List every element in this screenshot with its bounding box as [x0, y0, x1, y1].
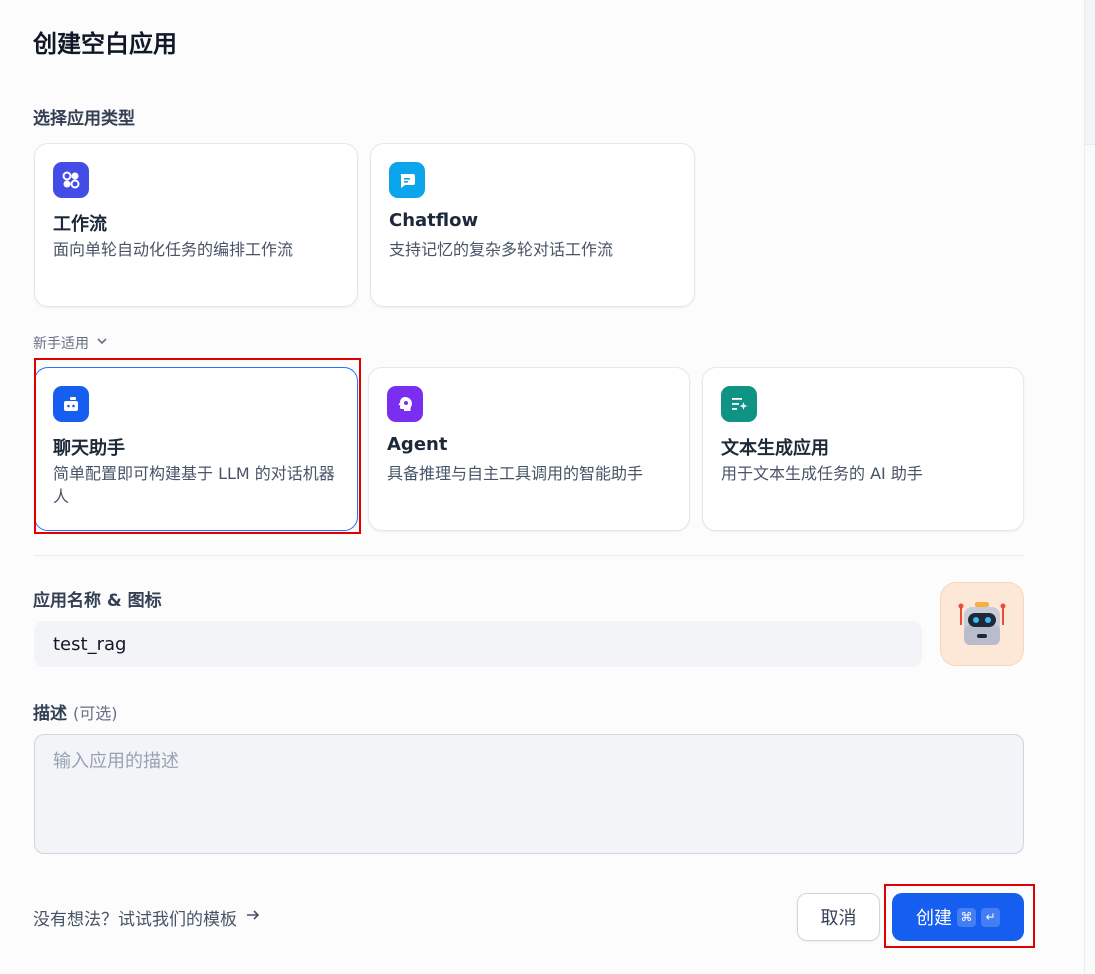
enter-key-icon: ↵ [981, 907, 1000, 927]
app-type-card-text-generation[interactable]: 文本生成应用 用于文本生成任务的 AI 助手 [702, 367, 1024, 531]
arrow-right-icon [245, 907, 261, 928]
cancel-button[interactable]: 取消 [797, 893, 880, 941]
chevron-down-icon [95, 334, 109, 352]
dialog-title: 创建空白应用 [33, 30, 177, 58]
card-description: 具备推理与自主工具调用的智能助手 [387, 464, 644, 483]
card-title: Agent [387, 434, 448, 455]
app-type-card-chatflow[interactable]: Chatflow 支持记忆的复杂多轮对话工作流 [370, 143, 695, 307]
create-button[interactable]: 创建 ⌘ ↵ [892, 893, 1024, 941]
description-input[interactable] [34, 734, 1024, 854]
section-divider [34, 555, 1024, 556]
card-title: Chatflow [389, 210, 479, 231]
description-label: 描述 [33, 704, 67, 724]
beginner-toggle[interactable]: 新手适用 [33, 333, 109, 353]
app-type-card-workflow[interactable]: 工作流 面向单轮自动化任务的编排工作流 [34, 143, 358, 307]
card-description: 面向单轮自动化任务的编排工作流 [53, 240, 294, 259]
app-type-card-chatbot[interactable]: 聊天助手 简单配置即可构建基于 LLM 的对话机器人 [34, 367, 358, 531]
command-key-icon: ⌘ [957, 907, 976, 927]
card-title: 文本生成应用 [721, 438, 829, 459]
text-generation-icon [721, 386, 757, 422]
card-description: 支持记忆的复杂多轮对话工作流 [389, 240, 614, 259]
background-panel-edge [1084, 0, 1095, 974]
chatflow-icon [389, 162, 425, 198]
app-type-card-agent[interactable]: Agent 具备推理与自主工具调用的智能助手 [368, 367, 690, 531]
card-description: 简单配置即可构建基于 LLM 的对话机器人 [53, 464, 335, 506]
workflow-icon [53, 162, 89, 198]
templates-link[interactable]: 没有想法？试试我们的模板 [33, 905, 261, 930]
app-type-label: 选择应用类型 [33, 109, 135, 129]
templates-link-text: 没有想法？试试我们的模板 [33, 910, 237, 930]
optional-hint: (可选) [73, 704, 118, 723]
card-description: 用于文本生成任务的 AI 助手 [721, 464, 923, 483]
description-label-row: 描述 (可选) [33, 699, 118, 724]
create-label: 创建 [916, 908, 952, 929]
app-name-label: 应用名称 & 图标 [33, 591, 162, 611]
robot-icon [958, 602, 1006, 645]
app-name-input[interactable] [34, 621, 922, 667]
background-panel-block [1085, 144, 1095, 974]
card-title: 聊天助手 [53, 438, 125, 459]
app-icon-picker[interactable] [940, 582, 1024, 666]
card-title: 工作流 [53, 214, 107, 235]
beginner-label: 新手适用 [33, 336, 89, 352]
chatbot-icon [53, 386, 89, 422]
agent-icon [387, 386, 423, 422]
